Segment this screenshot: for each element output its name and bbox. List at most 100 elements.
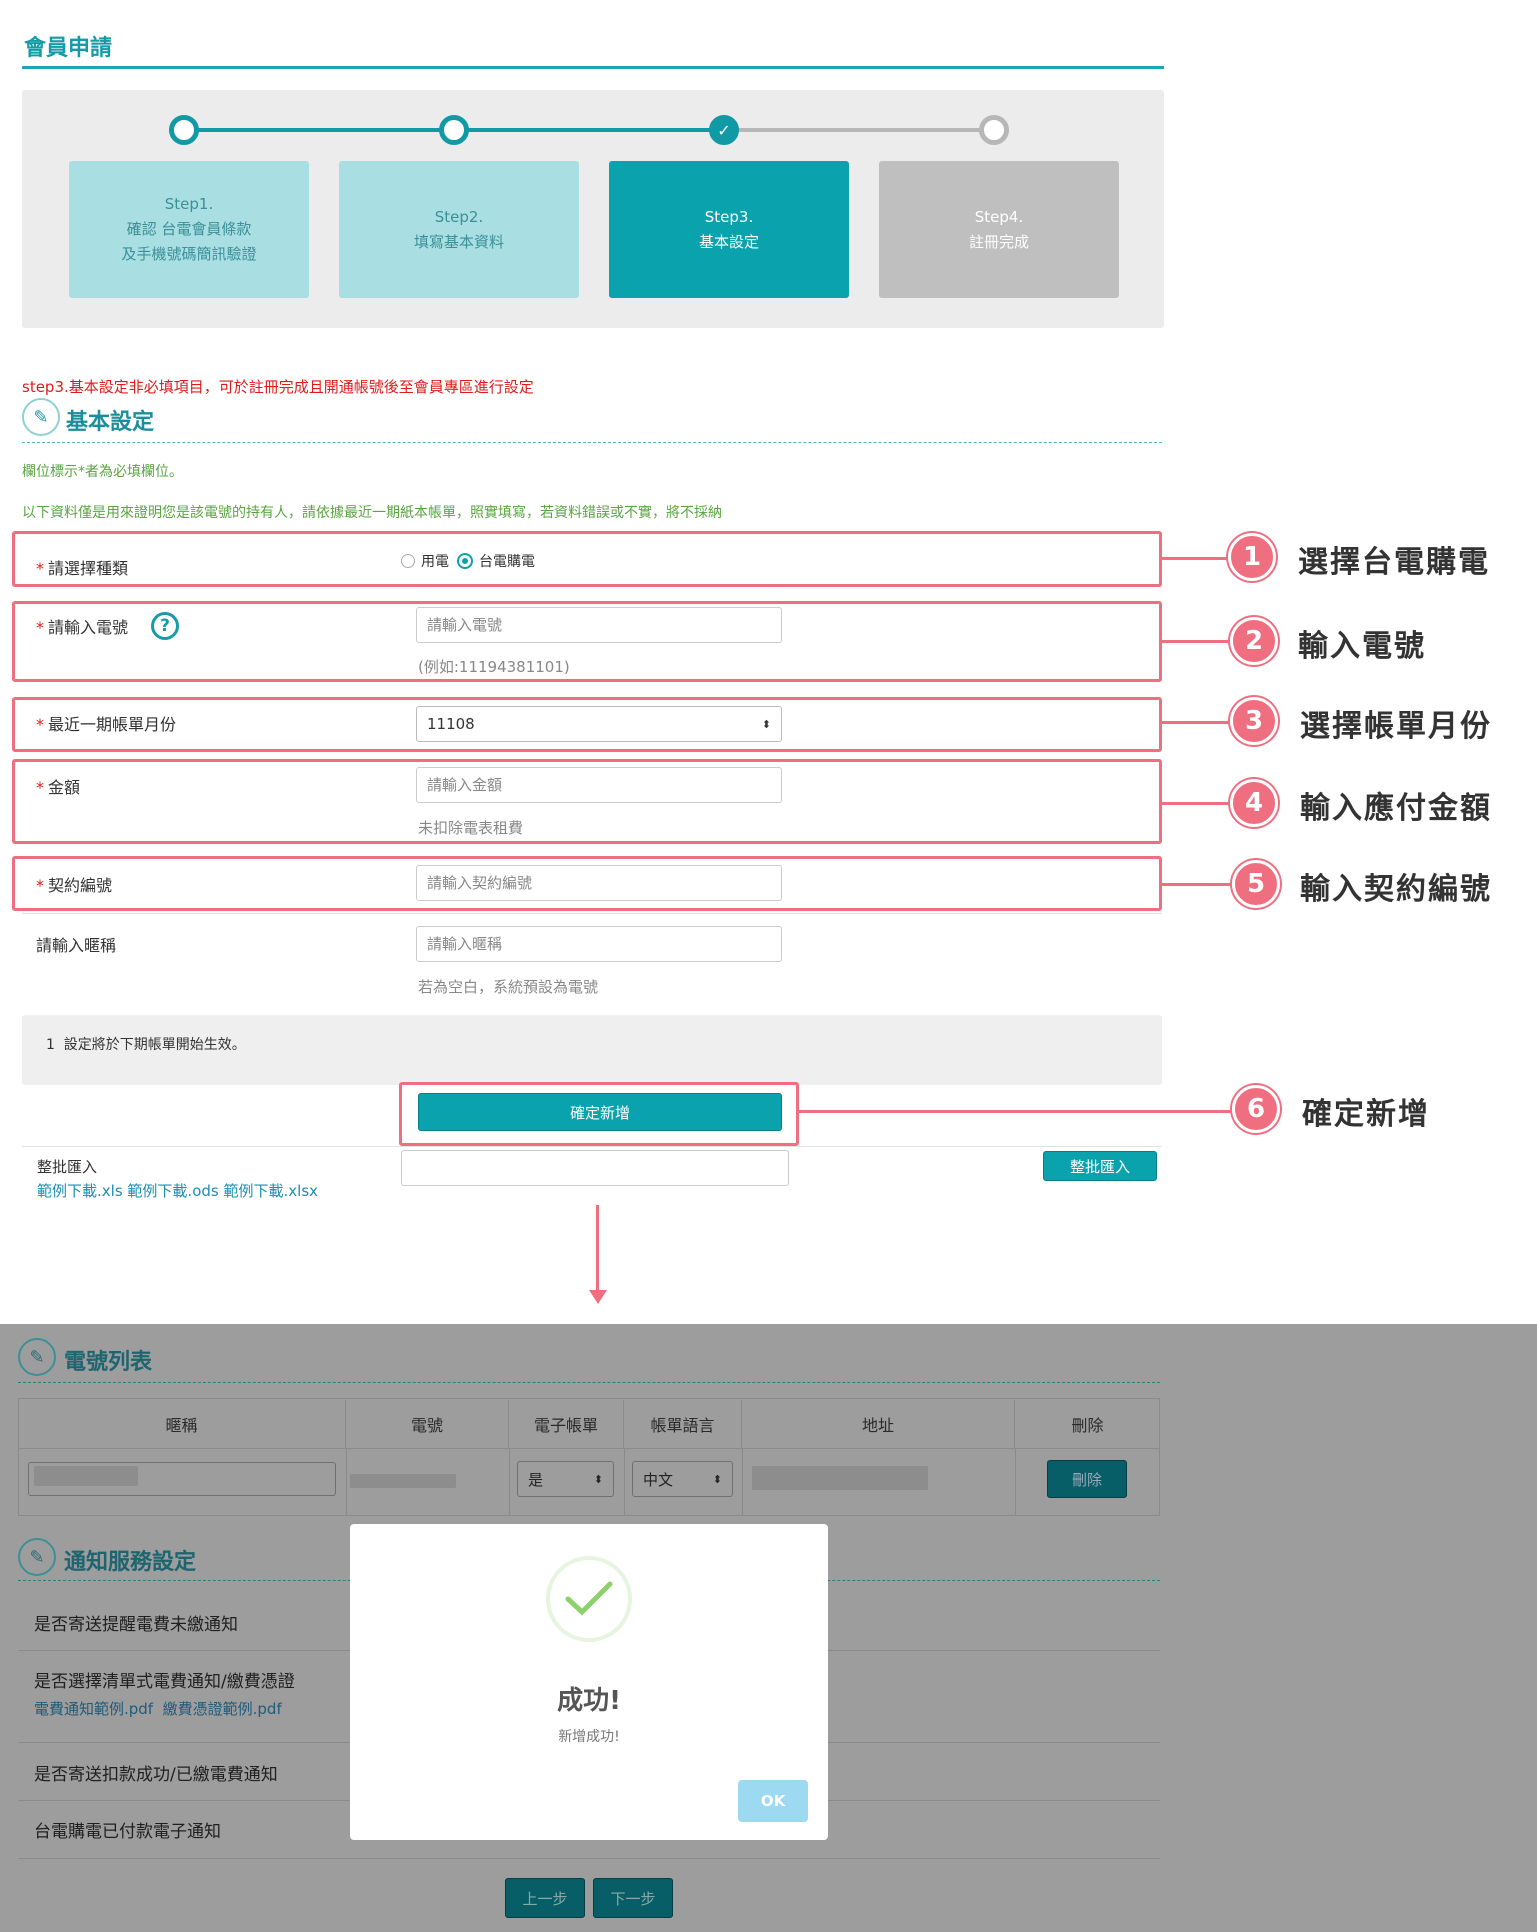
down-arrow-icon [589, 1290, 607, 1304]
highlight-type [12, 531, 1162, 587]
confirm-add-button[interactable]: 確定新增 [418, 1093, 782, 1131]
bulk-import-button[interactable]: 整批匯入 [1043, 1151, 1157, 1181]
bulk-import-label: 整批匯入 [37, 1158, 98, 1176]
notify-row-debit: 是否寄送扣款成功/已繳電費通知 [34, 1765, 278, 1785]
callout-text-5: 輸入契約編號 [1300, 872, 1492, 907]
radio-purchase-label: 台電購電 [479, 554, 535, 570]
amount-input[interactable] [416, 767, 782, 803]
notify-row-purchase: 台電購電已付款電子通知 [34, 1822, 221, 1842]
step2-box: Step2. 填寫基本資料 [339, 161, 579, 298]
col-sep [509, 1448, 510, 1516]
step3-label: 基本設定 [698, 232, 759, 251]
callout-badge-6: 6 [1232, 1085, 1280, 1133]
step4-node [979, 115, 1009, 145]
section-divider [22, 442, 1162, 443]
bulk-file-input[interactable] [401, 1150, 789, 1186]
edit-icon-2: ✎ [18, 1338, 56, 1376]
progress-track-todo [724, 128, 994, 132]
contract-input[interactable] [416, 865, 782, 901]
radio-usage-label: 用電 [421, 554, 449, 570]
sample-xlsx-link[interactable]: 範例下載.xlsx [224, 1182, 319, 1200]
step3-optional-note: step3.基本設定非必填項目，可於註冊完成且開通帳號後至會員專區進行設定 [22, 378, 534, 396]
th-delete: 刪除 [1071, 1416, 1104, 1435]
callout-text-1: 選擇台電購電 [1298, 545, 1490, 580]
col-sep [624, 1448, 625, 1516]
callout-text-4: 輸入應付金額 [1300, 791, 1492, 826]
step1-label: 確認 台電會員條款 [126, 220, 252, 238]
month-label: * 最近一期帳單月份 [36, 715, 177, 734]
select-arrows-icon: ⬍ [712, 1472, 722, 1486]
th-ebill: 電子帳單 [509, 1400, 624, 1448]
section-title-accounts: 電號列表 [64, 1350, 153, 1375]
effect-note: 1 設定將於下期帳單開始生效。 [46, 1037, 246, 1053]
prev-button[interactable]: 上一步 [505, 1878, 585, 1918]
modal-message: 新增成功! [558, 1729, 620, 1745]
month-select[interactable]: 11108 ⬍ [416, 706, 782, 742]
callout-badge-1: 1 [1228, 533, 1276, 581]
bill-sample-link[interactable]: 電費通知範例.pdf [34, 1700, 153, 1718]
blurred-nickname [34, 1466, 138, 1486]
radio-purchase[interactable] [457, 553, 473, 569]
callout-text-6: 確定新增 [1302, 1097, 1430, 1132]
step1-label-2: 及手機號碼簡訊驗證 [121, 245, 257, 263]
th-nickname: 暱稱 [18, 1400, 346, 1448]
col-sep [742, 1448, 743, 1516]
contract-label: * 契約編號 [36, 876, 113, 895]
callout-badge-4: 4 [1230, 779, 1278, 827]
sample-ods-link[interactable]: 範例下載.ods [127, 1182, 218, 1200]
step2-label: 填寫基本資料 [413, 232, 504, 251]
type-radio-group: 用電 台電購電 [401, 551, 535, 571]
callout-text-3: 選擇帳單月份 [1300, 709, 1492, 744]
col-sep [346, 1448, 347, 1516]
step2-node [439, 115, 469, 145]
notify-row-list: 是否選擇清單式電費通知/繳費憑證 [34, 1672, 295, 1692]
nickname-hint: 若為空白，系統預設為電號 [418, 978, 599, 996]
nickname-label: 請輸入暱稱 [36, 936, 117, 955]
section-title-notify: 通知服務設定 [64, 1550, 197, 1575]
section-divider-2 [18, 1382, 1160, 1383]
select-arrows-icon: ⬍ [593, 1472, 603, 1486]
radio-usage[interactable] [401, 554, 415, 568]
callout-badge-3: 3 [1230, 697, 1278, 745]
notify-divider [18, 1858, 1160, 1859]
success-check-icon [546, 1556, 632, 1642]
modal-title: 成功! [557, 1686, 621, 1716]
amount-hint: 未扣除電表租費 [418, 819, 524, 837]
delete-button[interactable]: 刪除 [1047, 1460, 1127, 1498]
nickname-input[interactable] [416, 926, 782, 962]
notify-row-unpaid: 是否寄送提醒電費未繳通知 [34, 1615, 238, 1635]
step1-box: Step1. 確認 台電會員條款 及手機號碼簡訊驗證 [69, 161, 309, 298]
ownership-info: 以下資料僅是用來證明您是該電號的持有人，請依據最近一期紙本帳單，照實填寫，若資料… [22, 505, 722, 521]
ebill-select[interactable]: 是 ⬍ [517, 1461, 614, 1497]
th-language: 帳單語言 [624, 1400, 742, 1448]
account-input[interactable] [416, 607, 782, 643]
th-account: 電號 [346, 1400, 509, 1448]
down-arrow-shaft [596, 1205, 599, 1300]
title-underline [22, 66, 1164, 69]
step4-label: 註冊完成 [968, 232, 1029, 251]
next-button[interactable]: 下一步 [593, 1878, 673, 1918]
page-title: 會員申請 [24, 36, 113, 61]
ok-button[interactable]: OK [738, 1780, 808, 1822]
step3-box: Step3. 基本設定 [609, 161, 849, 298]
th-address: 地址 [742, 1400, 1015, 1448]
callout-line-6 [799, 1110, 1254, 1113]
step3-number: Step3. [704, 207, 754, 226]
blurred-account [350, 1474, 456, 1488]
select-arrows-icon: ⬍ [761, 717, 771, 731]
row-divider-2 [22, 1146, 1162, 1147]
account-label: * 請輸入電號 [36, 618, 129, 637]
receipt-sample-link[interactable]: 繳費憑證範例.pdf [163, 1700, 282, 1718]
row-divider [22, 913, 1162, 914]
blurred-address [752, 1466, 928, 1490]
callout-text-2: 輸入電號 [1298, 629, 1426, 664]
month-select-value: 11108 [427, 715, 475, 733]
callout-badge-2: 2 [1230, 617, 1278, 665]
language-select[interactable]: 中文 ⬍ [632, 1461, 733, 1497]
required-note: 欄位標示*者為必填欄位。 [22, 464, 183, 480]
section-title-basic: 基本設定 [66, 410, 155, 435]
help-icon[interactable]: ? [151, 612, 179, 640]
step1-number: Step1. [164, 195, 214, 213]
sample-xls-link[interactable]: 範例下載.xls [37, 1182, 123, 1200]
step3-check-icon: ✓ [709, 115, 739, 145]
